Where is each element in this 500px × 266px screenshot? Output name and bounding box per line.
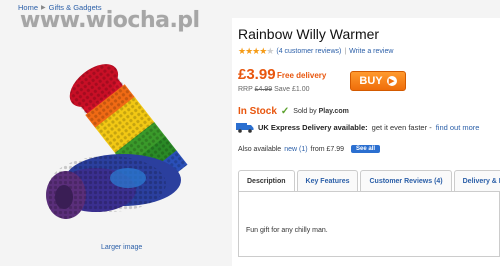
product-image-graphic bbox=[46, 64, 188, 219]
larger-image-link[interactable]: Larger image bbox=[101, 244, 142, 251]
rating-row: ★★★★★ (4 customer reviews) | Write a rev… bbox=[238, 46, 393, 57]
express-delivery-text: get it even faster - bbox=[371, 123, 432, 132]
stock-status: In Stock ✓ Sold by Play.com bbox=[238, 106, 349, 117]
in-stock-label: In Stock bbox=[238, 106, 277, 117]
product-tabs: Description Key Features Customer Review… bbox=[238, 170, 500, 192]
rrp-value: £4.99 bbox=[254, 86, 273, 93]
delivery-truck-icon bbox=[236, 123, 254, 133]
write-review-link[interactable]: Write a review bbox=[349, 48, 393, 55]
sold-by: Sold by Play.com bbox=[293, 108, 349, 115]
rrp-line: RRP £4.99 Save £1.00 bbox=[238, 86, 310, 93]
reviews-link[interactable]: (4 customer reviews) bbox=[276, 48, 341, 55]
also-from-price: from £7.99 bbox=[310, 145, 345, 153]
divider: | bbox=[344, 48, 347, 55]
tab-customer-reviews[interactable]: Customer Reviews (4) bbox=[360, 170, 452, 192]
price: £3.99 bbox=[238, 66, 276, 83]
product-image[interactable] bbox=[28, 60, 224, 238]
product-title: Rainbow Willy Warmer bbox=[238, 26, 380, 42]
buy-label: BUY bbox=[359, 75, 383, 87]
express-delivery-row: UK Express Delivery available: get it ev… bbox=[236, 122, 479, 133]
also-available-row: Also available new (1) from £7.99 See al… bbox=[238, 145, 381, 153]
express-delivery-title: UK Express Delivery available: bbox=[258, 123, 368, 132]
rrp-label: RRP bbox=[238, 86, 253, 93]
seller-name: Play.com bbox=[318, 108, 349, 115]
sold-by-prefix: Sold by bbox=[293, 108, 317, 115]
find-out-more-link[interactable]: find out more bbox=[436, 123, 480, 132]
watermark: www.wiocha.pl bbox=[20, 8, 200, 33]
save-amount: Save £1.00 bbox=[274, 86, 310, 93]
star-rating-icon: ★★★★★ bbox=[238, 46, 274, 56]
tab-description[interactable]: Description bbox=[238, 170, 295, 192]
also-available-prefix: Also available bbox=[238, 145, 282, 153]
description-text: Fun gift for any chilly man. bbox=[246, 227, 328, 234]
tab-delivery[interactable]: Delivery & R bbox=[453, 170, 500, 192]
tab-content: Fun gift for any chilly man. bbox=[238, 191, 500, 257]
tab-key-features[interactable]: Key Features bbox=[296, 170, 359, 192]
arrow-right-icon: ▶ bbox=[386, 76, 397, 86]
product-details-panel: Rainbow Willy Warmer ★★★★★ (4 customer r… bbox=[232, 18, 500, 266]
new-offers-link[interactable]: new (1) bbox=[284, 146, 307, 153]
buy-button[interactable]: BUY ▶ bbox=[350, 71, 406, 91]
free-delivery-label: Free delivery bbox=[277, 71, 327, 80]
checkmark-icon: ✓ bbox=[280, 106, 290, 117]
see-all-button[interactable]: See all bbox=[351, 145, 381, 153]
